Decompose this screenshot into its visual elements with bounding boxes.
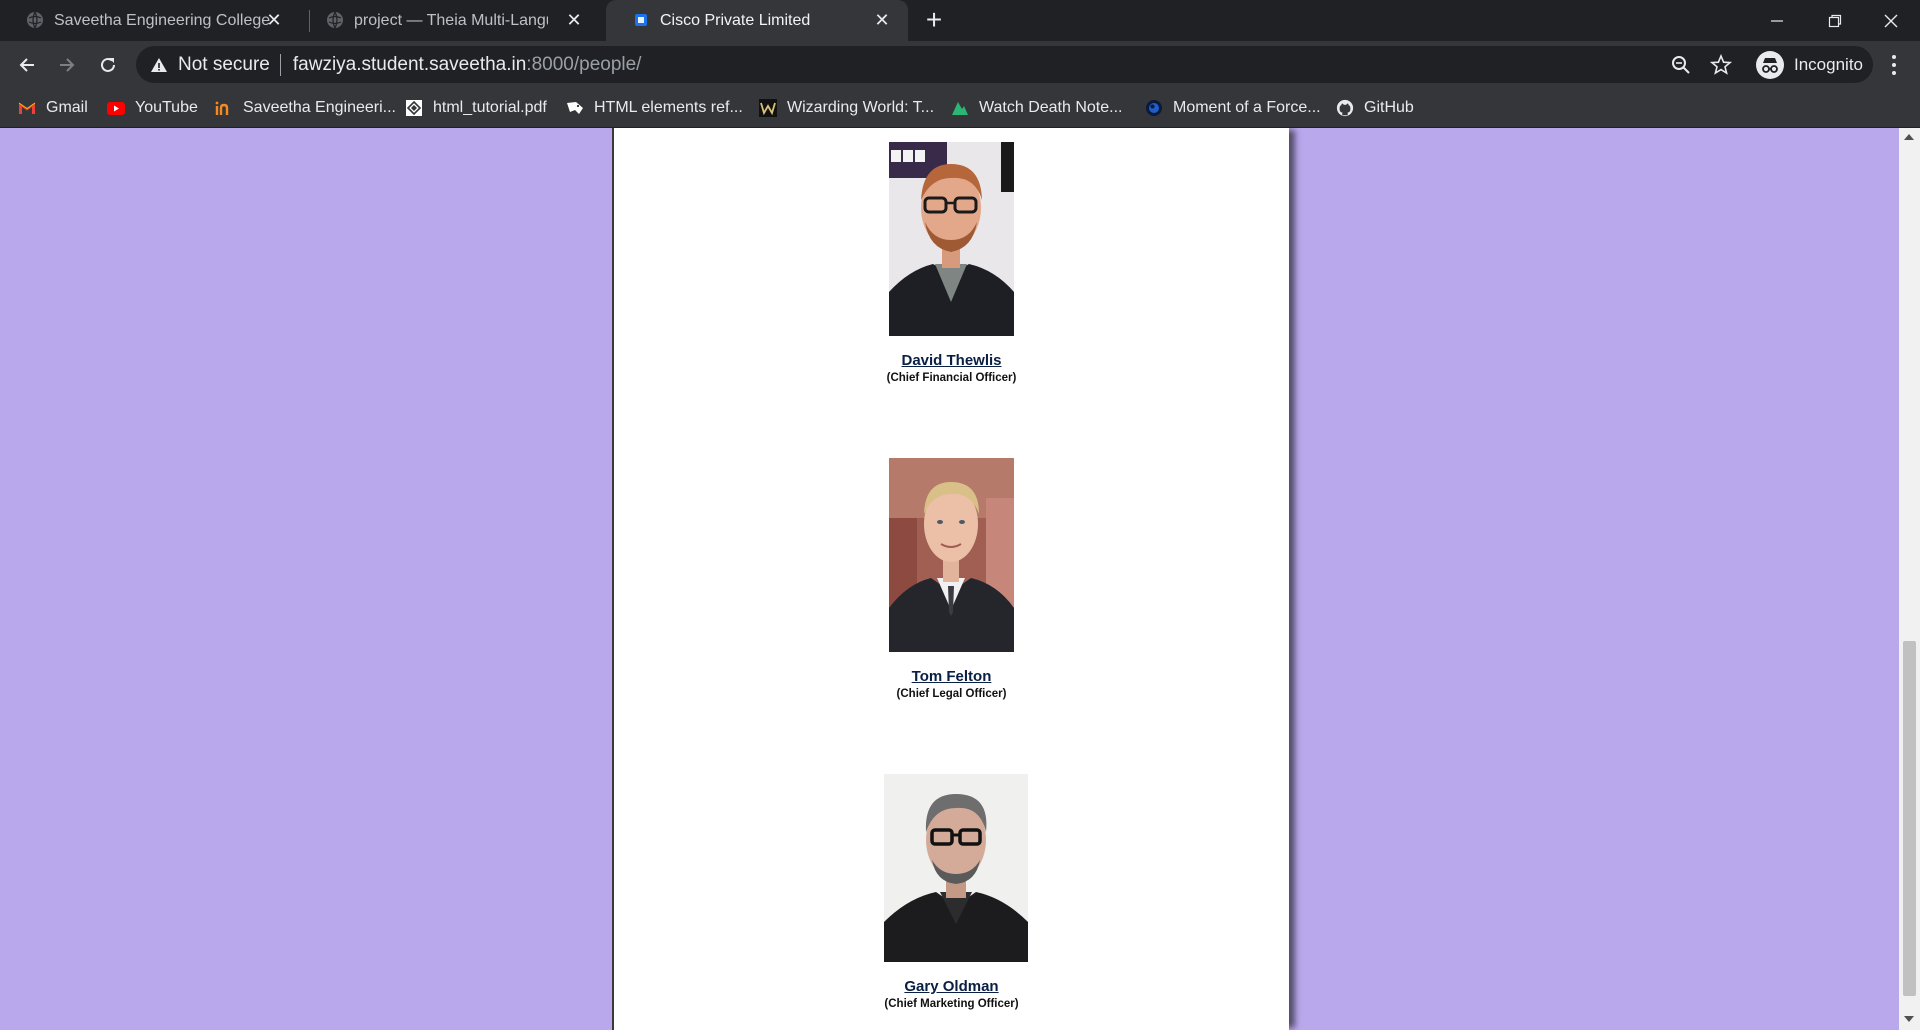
url-host: fawziya.student.saveetha.in (292, 53, 527, 75)
bookmark-death-note[interactable]: Watch Death Note... (951, 96, 1122, 120)
bookmark-moment-of-force[interactable]: Moment of a Force... (1145, 96, 1321, 120)
mdn-icon (566, 99, 584, 117)
incognito-icon (1756, 51, 1784, 79)
tab-title: Saveetha Engineering College (54, 11, 271, 29)
minimize-button[interactable] (1748, 0, 1806, 41)
bookmark-label: Gmail (46, 99, 88, 116)
back-button[interactable] (12, 50, 42, 80)
reload-button[interactable] (93, 50, 123, 80)
browser-toolbar: Not secure fawziya.student.saveetha.in:8… (0, 41, 1920, 88)
bookmark-wizarding-world[interactable]: Wizarding World: T... (759, 96, 934, 120)
bookmark-label: GitHub (1364, 99, 1414, 116)
more-options-icon[interactable] (1882, 51, 1906, 79)
person-card: Gary Oldman (Chief Marketing Officer) (614, 774, 1289, 1010)
incognito-label: Incognito (1794, 55, 1863, 74)
arrow-left-icon (19, 58, 34, 72)
wizarding-icon (759, 99, 777, 117)
close-tab-icon[interactable]: ✕ (872, 10, 892, 30)
person-photo (889, 458, 1014, 652)
bookmark-label: html_tutorial.pdf (433, 99, 547, 116)
bookmark-html-tutorial[interactable]: html_tutorial.pdf (405, 96, 547, 120)
tab-strip: Saveetha Engineering College ✕ project —… (0, 0, 1920, 41)
close-tab-icon[interactable]: ✕ (564, 10, 584, 30)
person-photo (884, 774, 1028, 962)
tab-title: Cisco Private Limited (660, 11, 811, 29)
bookmark-label: Wizarding World: T... (787, 99, 935, 116)
scroll-up-arrow-icon[interactable] (1904, 134, 1914, 140)
security-label[interactable]: Not secure (178, 54, 270, 76)
person-role: (Chief Marketing Officer) (884, 998, 1019, 1010)
reload-icon (101, 57, 115, 72)
tab-saveetha[interactable]: Saveetha Engineering College ✕ (0, 0, 300, 41)
address-divider (279, 53, 281, 76)
bookmark-github[interactable]: GitHub (1336, 96, 1414, 120)
gmail-icon (18, 99, 36, 117)
site-icon (635, 14, 647, 26)
scroll-down-arrow-icon[interactable] (1904, 1016, 1914, 1022)
forward-button[interactable] (52, 50, 82, 80)
new-tab-button[interactable]: + (922, 6, 946, 34)
person-name-link[interactable]: David Thewlis (901, 352, 1001, 369)
warning-icon (151, 57, 167, 72)
person-card: Tom Felton (Chief Legal Officer) (614, 458, 1289, 700)
url-path: :8000/people/ (526, 53, 642, 75)
close-window-button[interactable] (1862, 0, 1920, 41)
person-photo (889, 142, 1014, 336)
bookmarks-bar: Gmail YouTube Saveetha Engineeri... html… (0, 88, 1920, 128)
arrow-right-icon (60, 58, 75, 72)
bookmark-label: HTML elements ref... (594, 99, 743, 116)
incognito-indicator[interactable]: Incognito (1756, 50, 1863, 80)
bookmark-label: Watch Death Note... (979, 99, 1123, 116)
people-column: David Thewlis (Chief Financial Officer) (612, 128, 1289, 1030)
bookmark-html-elements[interactable]: HTML elements ref... (566, 96, 743, 120)
globe-icon (327, 11, 343, 29)
bookmark-gmail[interactable]: Gmail (18, 96, 88, 120)
restore-button[interactable] (1806, 0, 1864, 41)
person-card: David Thewlis (Chief Financial Officer) (614, 142, 1289, 384)
tab-theia[interactable]: project — Theia Multi-Language ✕ (300, 0, 600, 41)
anime-icon (951, 99, 969, 117)
person-role: (Chief Legal Officer) (896, 688, 1007, 700)
zoom-icon[interactable] (1670, 54, 1692, 76)
pdf-icon (405, 99, 423, 117)
page-scrollbar[interactable] (1899, 128, 1920, 1030)
bookmark-star-icon[interactable] (1710, 54, 1732, 76)
bookmark-youtube[interactable]: YouTube (107, 96, 198, 120)
bookmark-saveetha[interactable]: Saveetha Engineeri... (215, 96, 396, 120)
tab-cisco[interactable]: Cisco Private Limited ✕ (606, 0, 908, 41)
person-name-link[interactable]: Tom Felton (912, 668, 992, 685)
youtube-icon (107, 99, 125, 117)
address-bar[interactable]: Not secure fawziya.student.saveetha.in:8… (136, 46, 1873, 83)
globe-icon (27, 11, 43, 29)
github-icon (1336, 99, 1354, 117)
page-viewport: David Thewlis (Chief Financial Officer) (0, 128, 1899, 1030)
person-role: (Chief Financial Officer) (886, 372, 1017, 384)
minimize-icon (1771, 19, 1783, 22)
restore-icon (1828, 14, 1842, 27)
person-name-link[interactable]: Gary Oldman (904, 978, 998, 995)
close-icon (1884, 14, 1898, 27)
close-tab-icon[interactable]: ✕ (264, 10, 284, 30)
saveetha-icon (215, 99, 233, 117)
bookmark-label: Saveetha Engineeri... (243, 99, 396, 116)
bookmark-label: Moment of a Force... (1173, 99, 1321, 116)
bookmark-label: YouTube (135, 99, 198, 116)
scroll-thumb[interactable] (1903, 641, 1916, 996)
physics-icon (1145, 99, 1163, 117)
tab-title: project — Theia Multi-Language (354, 11, 548, 29)
